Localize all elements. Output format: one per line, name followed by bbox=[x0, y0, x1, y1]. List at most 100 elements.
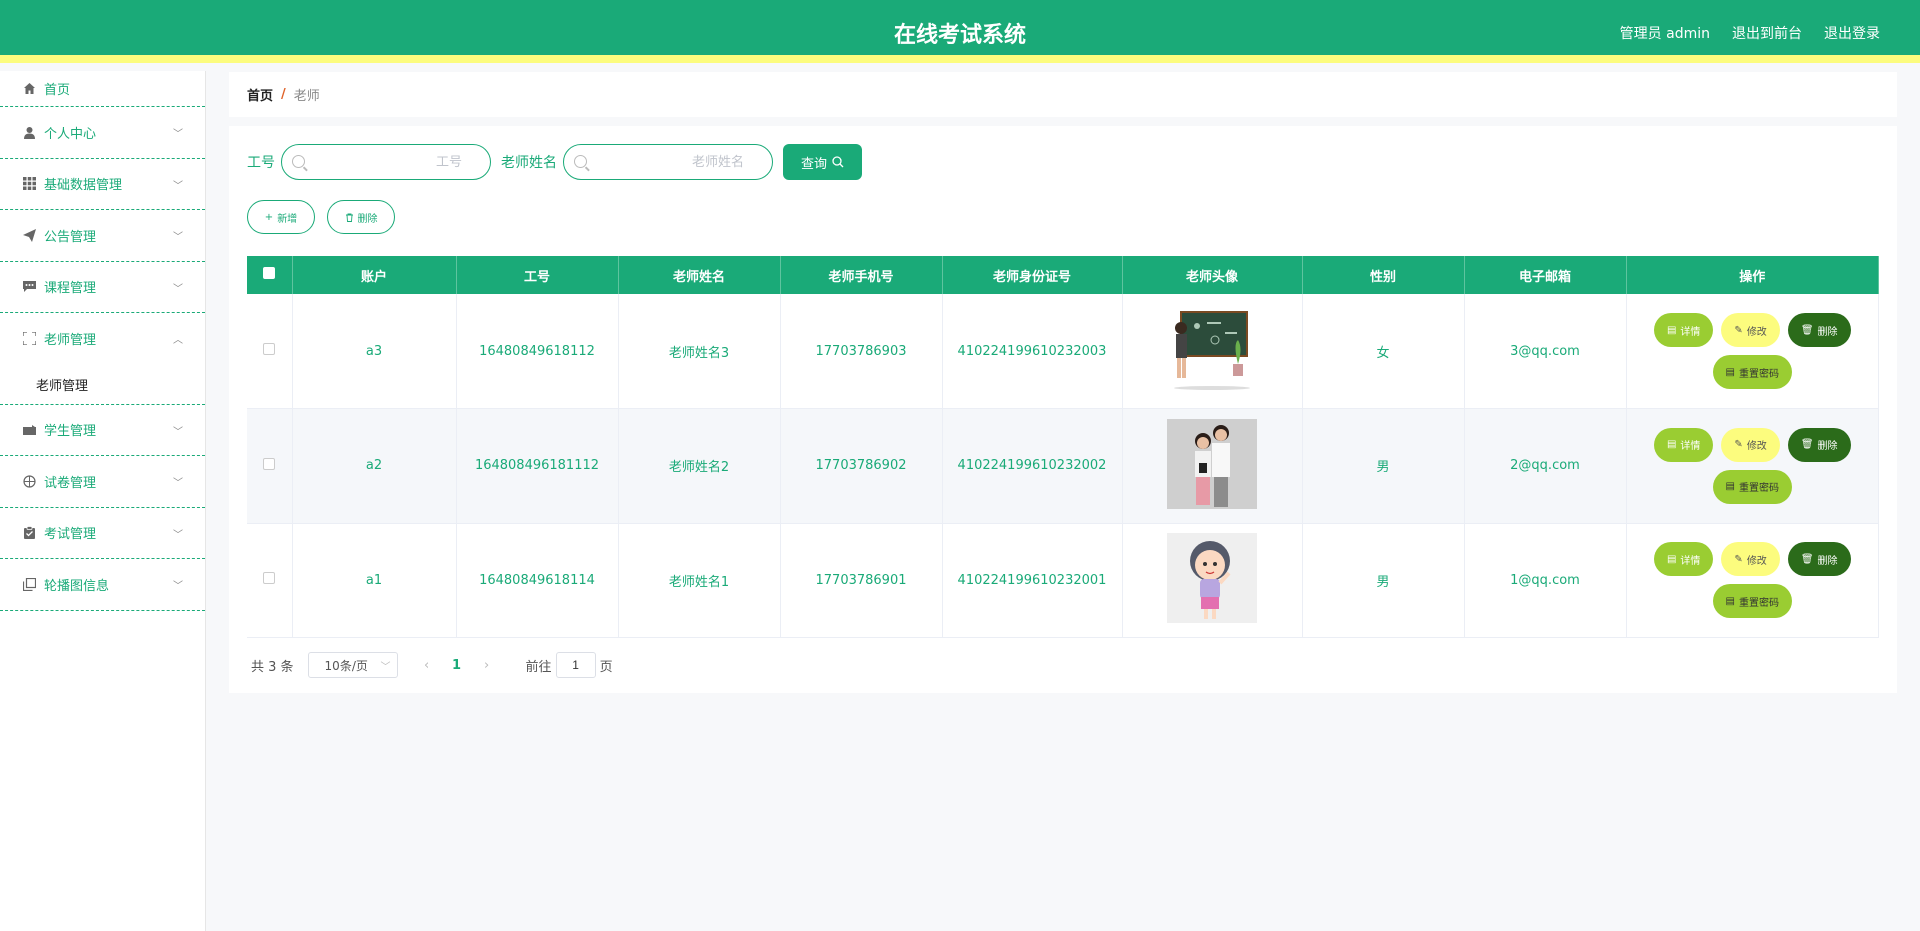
compass-icon bbox=[22, 474, 36, 488]
sidebar-item-notice[interactable]: 公告管理 ﹀ bbox=[0, 210, 205, 262]
cartoon-girl-image[interactable] bbox=[1167, 533, 1257, 624]
logout-link[interactable]: 退出登录 bbox=[1824, 23, 1880, 43]
query-button[interactable]: 查询 bbox=[783, 144, 863, 180]
row-checkbox[interactable] bbox=[263, 343, 276, 355]
detail-button[interactable]: ▤ 详情 bbox=[1653, 313, 1714, 347]
sidebar-item-basic-data[interactable]: 基础数据管理 ﹀ bbox=[0, 159, 205, 210]
two-women-image[interactable] bbox=[1167, 418, 1257, 509]
delete-button[interactable]: 🗑 删除 bbox=[1787, 542, 1851, 577]
goto-label: 前往 bbox=[525, 659, 552, 675]
cell-email: 1@qq.com bbox=[1464, 523, 1627, 638]
sidebar-item-label: 首页 bbox=[44, 83, 71, 98]
add-button[interactable]: + 新增 bbox=[247, 200, 315, 234]
edit-button[interactable]: ✎ 修改 bbox=[1721, 427, 1780, 462]
sidebar: 首页 个人中心 ﹀ 基础数据管理 ﹀ 公告管理 ﹀ 课程管理 ﹀ 老师管理 ︿ bbox=[0, 71, 206, 931]
cell-id: 164808496181112 bbox=[456, 408, 619, 524]
breadcrumb-separator: / bbox=[281, 87, 286, 102]
sidebar-item-home[interactable]: 首页 bbox=[0, 71, 205, 107]
delete-button-label: 删除 bbox=[357, 213, 378, 225]
cell-name: 老师姓名1 bbox=[618, 523, 781, 638]
action-bar: + 新增 删除 bbox=[247, 200, 395, 234]
document-icon: ▤ bbox=[1666, 324, 1677, 336]
reset-password-button[interactable]: ▤ 重置密码 bbox=[1712, 469, 1792, 504]
edit-button[interactable]: ✎ 修改 bbox=[1721, 542, 1780, 577]
cell-idcard: 410224199610232001 bbox=[942, 523, 1123, 638]
sidebar-item-teacher[interactable]: 老师管理 ︿ bbox=[0, 313, 205, 365]
detail-button[interactable]: ▤ 详情 bbox=[1653, 542, 1714, 577]
col-avatar: 老师头像 bbox=[1122, 256, 1303, 294]
id-search-field bbox=[281, 144, 491, 180]
reset-button-label: 重置密码 bbox=[1738, 483, 1779, 495]
fullscreen-icon bbox=[22, 332, 36, 346]
teacher-blackboard-image[interactable] bbox=[1167, 304, 1257, 394]
sidebar-item-exam[interactable]: 考试管理 ﹀ bbox=[0, 508, 205, 559]
page-size-select[interactable]: 10条/页 ﹀ bbox=[307, 652, 398, 678]
cell-phone: 17703786902 bbox=[780, 408, 943, 524]
sidebar-item-paper[interactable]: 试卷管理 ﹀ bbox=[0, 456, 205, 508]
cell-account: a1 bbox=[292, 523, 457, 638]
table-header-row: 账户 工号 老师姓名 老师手机号 老师身份证号 老师头像 性别 电子邮箱 操作 bbox=[247, 256, 1879, 294]
cell-avatar bbox=[1122, 523, 1303, 638]
chevron-down-icon: ﹀ bbox=[173, 426, 183, 438]
cell-gender: 男 bbox=[1302, 408, 1465, 524]
edit-icon: ✎ bbox=[1734, 553, 1743, 565]
row-select-cell bbox=[247, 294, 293, 409]
breadcrumb-home[interactable]: 首页 bbox=[247, 85, 273, 104]
edit-button-label: 修改 bbox=[1746, 326, 1767, 338]
sidebar-item-course[interactable]: 课程管理 ﹀ bbox=[0, 262, 205, 313]
batch-delete-button[interactable]: 删除 bbox=[327, 200, 395, 234]
cell-id: 16480849618114 bbox=[456, 523, 619, 638]
sidebar-item-label: 个人中心 bbox=[44, 126, 97, 142]
exit-front-link[interactable]: 退出到前台 bbox=[1732, 23, 1802, 43]
sidebar-item-profile[interactable]: 个人中心 ﹀ bbox=[0, 107, 205, 159]
sidebar-item-carousel[interactable]: 轮播图信息 ﹀ bbox=[0, 559, 205, 611]
detail-button-label: 详情 bbox=[1680, 326, 1701, 338]
goto-page-input[interactable] bbox=[555, 652, 596, 678]
cell-account: a3 bbox=[292, 294, 457, 409]
cell-name: 老师姓名2 bbox=[618, 408, 781, 524]
select-all-checkbox[interactable] bbox=[263, 267, 276, 279]
sidebar-item-student[interactable]: 学生管理 ﹀ bbox=[0, 405, 205, 456]
reset-password-button[interactable]: ▤ 重置密码 bbox=[1712, 584, 1792, 619]
cell-avatar bbox=[1122, 408, 1303, 524]
delete-button[interactable]: 🗑 删除 bbox=[1787, 313, 1851, 347]
id-search-input[interactable] bbox=[312, 145, 482, 179]
sidebar-subitem-teacher-manage[interactable]: 老师管理 bbox=[0, 365, 205, 405]
pagination: 共 3 条 10条/页 ﹀ ‹ 1 › 前往 页 bbox=[251, 652, 613, 678]
cell-account: a2 bbox=[292, 408, 457, 524]
page-size-value: 10条/页 bbox=[324, 658, 368, 673]
search-icon bbox=[574, 155, 587, 168]
document-icon: ▤ bbox=[1725, 595, 1735, 607]
name-search-input[interactable] bbox=[594, 145, 764, 179]
sidebar-item-label: 老师管理 bbox=[44, 333, 97, 349]
name-search-label: 老师姓名 bbox=[501, 155, 557, 171]
reset-password-button[interactable]: ▤ 重置密码 bbox=[1712, 355, 1792, 389]
cell-ops: ▤ 详情 ✎ 修改 🗑 删除 ▤ 重置密码 bbox=[1626, 294, 1879, 409]
user-icon bbox=[22, 125, 36, 139]
copy-icon bbox=[22, 577, 36, 591]
cell-idcard: 410224199610232003 bbox=[942, 294, 1123, 409]
cell-phone: 17703786901 bbox=[780, 523, 943, 638]
sidebar-item-label: 试卷管理 bbox=[44, 475, 97, 491]
sidebar-subitem-label: 老师管理 bbox=[36, 378, 89, 394]
row-checkbox[interactable] bbox=[263, 572, 276, 585]
page-number[interactable]: 1 bbox=[442, 658, 472, 673]
id-search-label: 工号 bbox=[247, 155, 275, 171]
chevron-down-icon: ﹀ bbox=[173, 478, 183, 489]
edit-button-label: 修改 bbox=[1746, 441, 1767, 453]
delete-button[interactable]: 🗑 删除 bbox=[1787, 427, 1851, 462]
header-actions: 管理员 admin 退出到前台 退出登录 bbox=[1620, 23, 1880, 43]
detail-button-label: 详情 bbox=[1680, 555, 1701, 567]
search-icon bbox=[832, 156, 844, 168]
edit-icon: ✎ bbox=[1734, 439, 1743, 451]
reset-button-label: 重置密码 bbox=[1738, 368, 1779, 380]
next-page-button[interactable]: › bbox=[472, 658, 502, 673]
edit-button[interactable]: ✎ 修改 bbox=[1721, 313, 1780, 347]
edit-icon: ✎ bbox=[1734, 324, 1743, 336]
prev-page-button[interactable]: ‹ bbox=[412, 658, 442, 673]
table-row: a3 16480849618112 老师姓名3 17703786903 4102… bbox=[247, 294, 1879, 409]
trash-icon bbox=[345, 213, 353, 222]
detail-button[interactable]: ▤ 详情 bbox=[1653, 427, 1714, 462]
sidebar-item-label: 考试管理 bbox=[44, 527, 97, 543]
row-checkbox[interactable] bbox=[263, 457, 276, 470]
